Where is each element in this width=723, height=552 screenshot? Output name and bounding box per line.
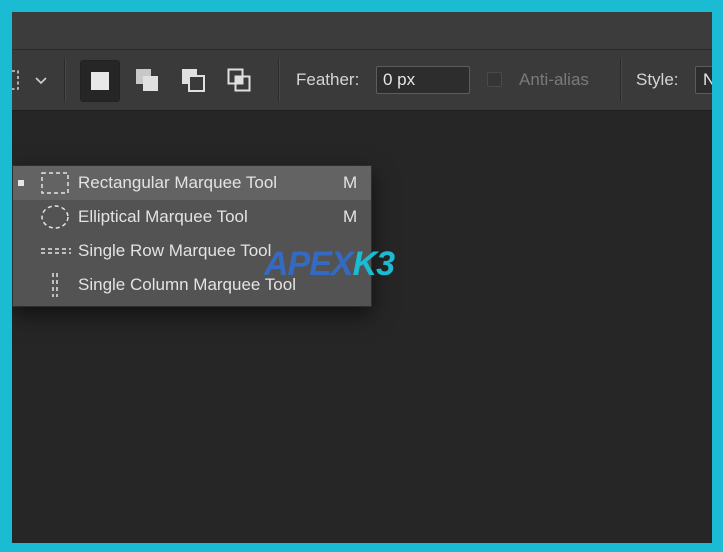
add-to-selection-button[interactable] <box>128 60 166 100</box>
selected-indicator-icon <box>18 180 24 186</box>
anti-alias-checkbox[interactable] <box>487 72 502 87</box>
tool-options-bar: Feather: 0 px Anti-alias Style: N <box>12 50 712 111</box>
new-selection-icon <box>91 72 109 90</box>
flyout-item-rectangular-marquee[interactable]: Rectangular Marquee Tool M <box>13 166 371 200</box>
app-window: Feather: 0 px Anti-alias Style: N Rectan… <box>12 12 712 543</box>
subtract-from-selection-button[interactable] <box>174 60 212 100</box>
watermark-text-k3: K3 <box>352 245 395 283</box>
style-label: Style: <box>636 70 679 89</box>
flyout-item-elliptical-marquee[interactable]: Elliptical Marquee Tool M <box>13 200 371 234</box>
tool-preset-picker[interactable] <box>12 70 20 90</box>
watermark-text-apex: APEX <box>264 245 354 283</box>
divider <box>64 59 65 101</box>
flyout-item-label: Single Row Marquee Tool <box>78 241 272 260</box>
single-row-marquee-icon <box>40 238 72 264</box>
marquee-tools-flyout: Rectangular Marquee Tool M Elliptical Ma… <box>12 165 372 307</box>
rectangular-marquee-preset-icon <box>12 70 19 90</box>
intersect-selection-button[interactable] <box>220 60 258 100</box>
divider <box>620 59 621 101</box>
style-select[interactable]: N <box>695 66 712 94</box>
rectangular-marquee-icon <box>40 170 72 196</box>
document-tab-bar <box>12 12 712 50</box>
anti-alias-label: Anti-alias <box>519 70 589 89</box>
flyout-item-label: Elliptical Marquee Tool <box>78 207 248 226</box>
shortcut-key: M <box>343 173 358 192</box>
flyout-item-label: Rectangular Marquee Tool <box>78 173 278 192</box>
divider <box>278 59 279 101</box>
chevron-down-icon[interactable] <box>34 73 48 87</box>
apexk3-watermark-logo: APEXK3 <box>264 245 395 283</box>
single-column-marquee-icon <box>40 272 72 298</box>
feather-label: Feather: <box>296 70 360 89</box>
subtract-from-selection-icon <box>182 69 205 92</box>
new-selection-button[interactable] <box>80 60 120 102</box>
shortcut-key: M <box>343 207 358 226</box>
intersect-selection-icon <box>227 68 251 92</box>
elliptical-marquee-icon <box>40 204 72 230</box>
feather-input[interactable]: 0 px <box>376 66 470 94</box>
add-to-selection-icon <box>136 69 158 91</box>
